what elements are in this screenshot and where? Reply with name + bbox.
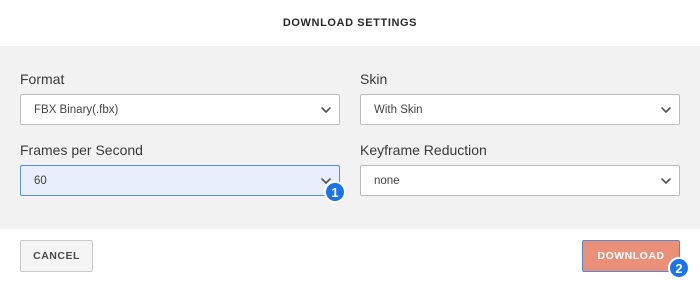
step-badge-2: 2 xyxy=(668,257,690,279)
format-label: Format xyxy=(20,71,65,87)
format-select-value: FBX Binary(.fbx) xyxy=(34,103,119,116)
skin-label: Skin xyxy=(360,71,388,87)
format-select[interactable]: FBX Binary(.fbx) xyxy=(20,94,340,125)
chevron-down-icon xyxy=(661,107,671,113)
skin-field: Skin With Skin xyxy=(360,71,680,136)
keyframe-reduction-field: Keyframe Reduction none xyxy=(360,142,680,207)
fps-select[interactable]: 60 xyxy=(20,165,340,196)
download-settings-dialog: DOWNLOAD SETTINGS Format FBX Binary(.fbx… xyxy=(0,0,700,282)
fps-select-value: 60 xyxy=(34,174,47,187)
skin-select[interactable]: With Skin xyxy=(360,94,680,125)
step-badge-1: 1 xyxy=(324,181,346,203)
keyframe-reduction-label: Keyframe Reduction xyxy=(360,142,487,158)
chevron-down-icon xyxy=(321,107,331,113)
download-button[interactable]: DOWNLOAD xyxy=(582,240,680,272)
dialog-title: DOWNLOAD SETTINGS xyxy=(282,17,418,29)
cancel-button[interactable]: CANCEL xyxy=(20,240,93,272)
fps-label: Frames per Second xyxy=(20,142,143,158)
dialog-footer: CANCEL DOWNLOAD 2 xyxy=(0,229,700,282)
keyframe-reduction-select-value: none xyxy=(374,174,400,187)
keyframe-reduction-select[interactable]: none xyxy=(360,165,680,196)
skin-select-value: With Skin xyxy=(374,103,423,116)
fps-field: Frames per Second 60 xyxy=(20,142,340,207)
format-field: Format FBX Binary(.fbx) xyxy=(20,71,340,136)
chevron-down-icon xyxy=(661,178,671,184)
dialog-body: Format FBX Binary(.fbx) Skin With Skin F… xyxy=(0,46,700,229)
